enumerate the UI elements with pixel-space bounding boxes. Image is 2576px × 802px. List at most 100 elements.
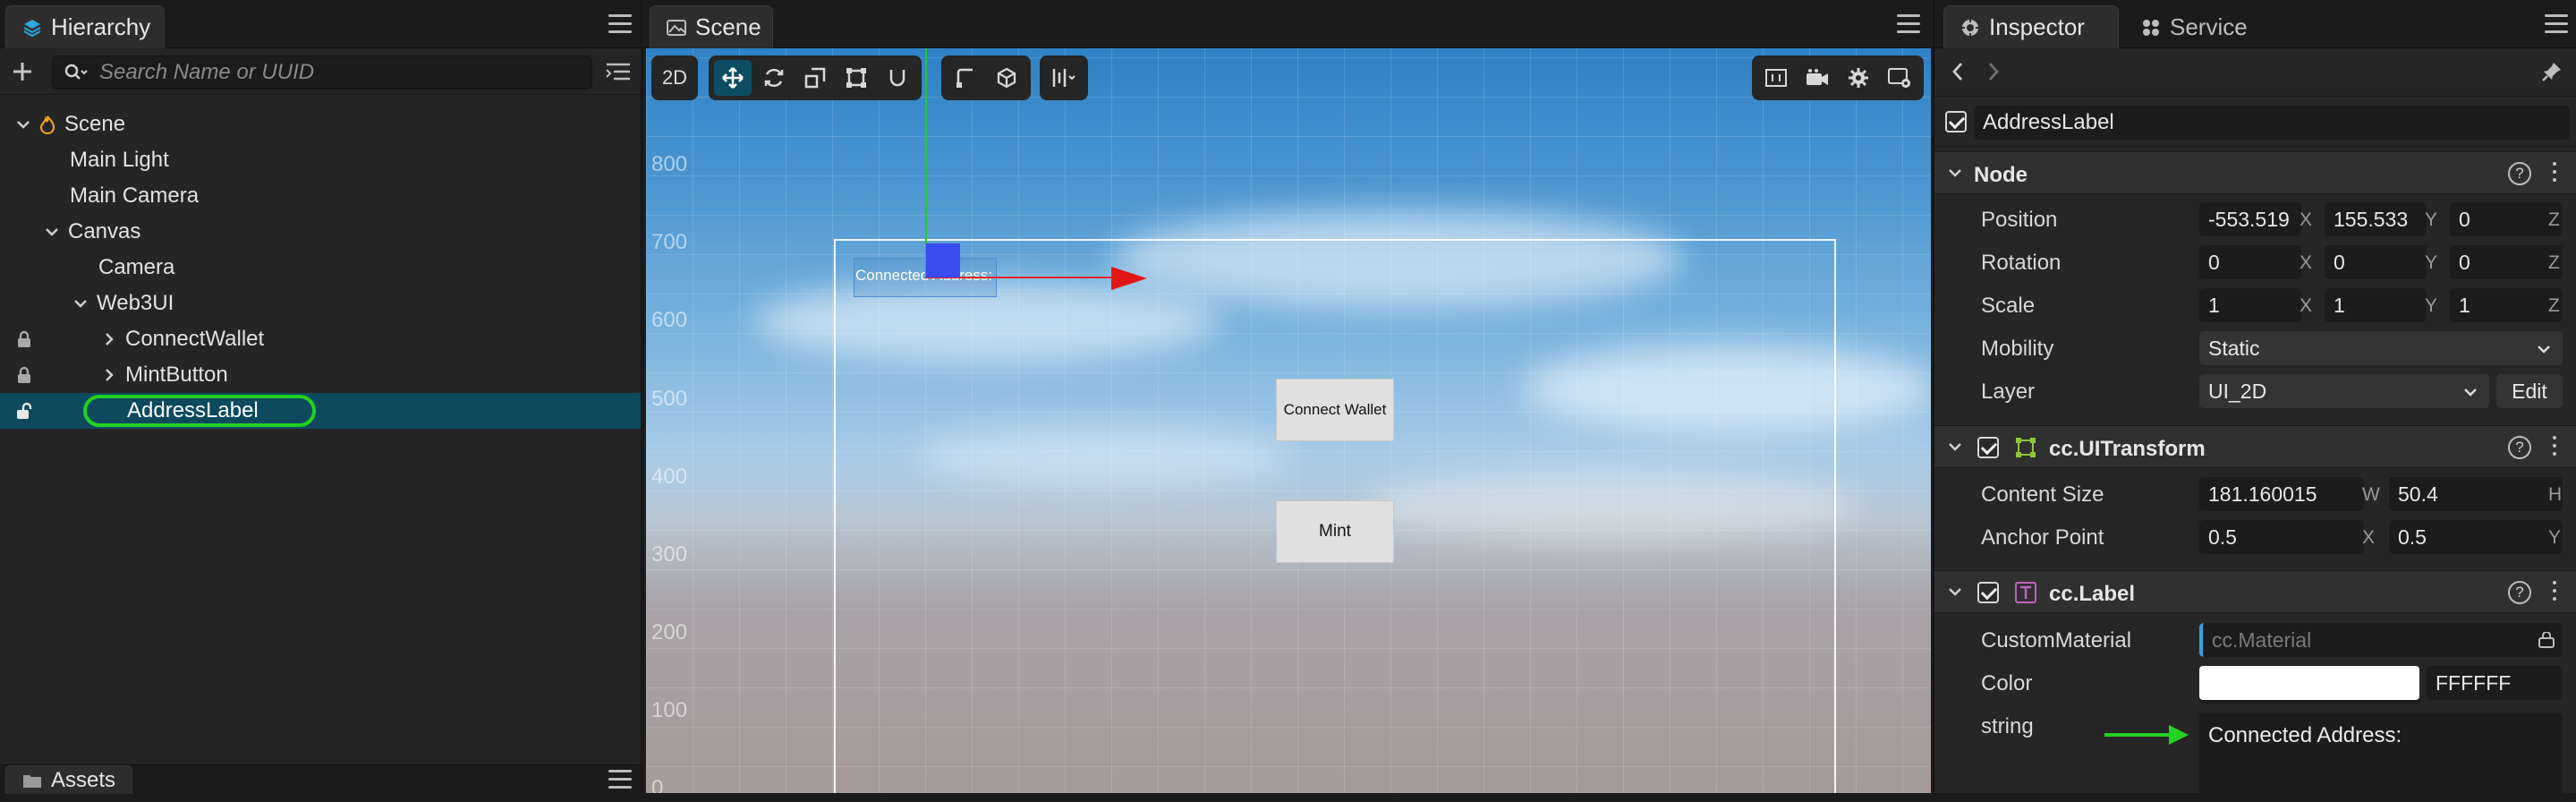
scene-viewport[interactable]: 800 700 600 500 400 300 200 100 0 Connec…: [646, 48, 1931, 793]
scene-mint-button[interactable]: Mint: [1276, 500, 1394, 563]
position-y-field[interactable]: 155.533: [2325, 202, 2427, 236]
tree-item-main-light[interactable]: Main Light: [0, 142, 641, 178]
chevron-down-icon[interactable]: [1947, 439, 1963, 455]
node-section-header[interactable]: Node ?: [1934, 151, 2576, 194]
gizmo-x-arrow-icon[interactable]: [1111, 267, 1147, 290]
tab-scene[interactable]: Scene: [650, 5, 773, 48]
asset-lock-icon[interactable]: [2538, 632, 2555, 648]
uitransform-enabled-checkbox[interactable]: [1977, 437, 1999, 458]
rotation-x-value: 0: [2208, 250, 2220, 274]
safe-area-icon[interactable]: [1757, 60, 1795, 96]
canvas-address-label[interactable]: Connected Address:: [855, 267, 992, 285]
align-icon[interactable]: [1045, 60, 1083, 96]
node-name-input[interactable]: AddressLabel: [1974, 106, 2570, 140]
tab-hierarchy[interactable]: Hierarchy: [5, 5, 165, 48]
forward-icon[interactable]: [1986, 61, 2001, 82]
position-x-field[interactable]: -553.519: [2199, 202, 2301, 236]
mode-2d-button[interactable]: 2D: [655, 60, 694, 96]
rotation-z-field[interactable]: 0: [2450, 245, 2563, 279]
rotation-y-field[interactable]: 0: [2325, 245, 2427, 279]
help-icon[interactable]: ?: [2508, 162, 2531, 185]
unlock-icon[interactable]: [16, 402, 34, 420]
help-icon[interactable]: ?: [2508, 581, 2531, 604]
chevron-down-icon[interactable]: [1947, 165, 1963, 181]
display-settings-icon[interactable]: [1881, 60, 1918, 96]
lock-icon[interactable]: [16, 366, 32, 384]
collapse-all-icon[interactable]: [605, 61, 632, 82]
snap-tool-icon[interactable]: [879, 60, 916, 96]
assets-menu-icon[interactable]: [608, 770, 632, 789]
rotate-tool-icon[interactable]: [755, 60, 793, 96]
tab-service[interactable]: Service: [2124, 5, 2285, 48]
tab-assets[interactable]: Assets: [5, 765, 132, 794]
grid-line: [646, 175, 1931, 176]
tree-item-camera[interactable]: Camera: [0, 250, 641, 286]
y-axis-label: 800: [651, 152, 688, 176]
add-node-icon[interactable]: [11, 60, 34, 83]
position-z-field[interactable]: 0: [2450, 202, 2563, 236]
lock-icon[interactable]: [16, 330, 32, 348]
content-size-w-field[interactable]: 181.160015: [2199, 477, 2364, 511]
layer-edit-button[interactable]: Edit: [2496, 374, 2563, 408]
scale-tool-icon[interactable]: [796, 60, 834, 96]
layer-row: Layer UI_2D Edit: [1934, 369, 2576, 412]
pivot-global-icon[interactable]: [988, 60, 1025, 96]
hierarchy-menu-icon[interactable]: [608, 14, 632, 34]
content-size-h-field[interactable]: 50.4: [2389, 477, 2563, 511]
scale-z-field[interactable]: 1: [2450, 288, 2563, 322]
gear-icon[interactable]: [1840, 60, 1877, 96]
more-icon[interactable]: [2553, 436, 2558, 460]
scene-connect-wallet-button[interactable]: Connect Wallet: [1276, 379, 1394, 441]
tree-item-canvas[interactable]: Canvas: [0, 214, 641, 250]
rotation-x-field[interactable]: 0: [2199, 245, 2301, 279]
string-textarea[interactable]: Connected Address:: [2199, 712, 2563, 802]
tab-inspector[interactable]: Inspector: [1943, 5, 2119, 48]
anchor-y-field[interactable]: 0.5: [2389, 520, 2563, 554]
tree-item-addresslabel[interactable]: AddressLabel: [0, 393, 641, 429]
scene-panel: Scene 800 700 600 500 400 300 200 100 0 …: [644, 0, 1931, 793]
pivot-local-icon[interactable]: [947, 60, 984, 96]
tree-item-scene[interactable]: Scene: [0, 107, 641, 142]
help-icon[interactable]: ?: [2508, 436, 2531, 459]
pivot-tools: [941, 55, 1031, 100]
chevron-right-icon[interactable]: [100, 366, 118, 384]
y-axis-label: 400: [651, 465, 688, 489]
pin-icon[interactable]: [2541, 61, 2563, 82]
rect-tool-icon[interactable]: [837, 60, 875, 96]
more-icon[interactable]: [2553, 581, 2558, 605]
back-icon[interactable]: [1951, 61, 1965, 82]
mobility-value: Static: [2208, 336, 2260, 360]
inspector-menu-icon[interactable]: [2545, 14, 2568, 34]
rotation-y-value: 0: [2334, 250, 2345, 274]
chevron-down-icon[interactable]: [72, 294, 89, 312]
search-input[interactable]: [99, 60, 565, 85]
color-hex-field[interactable]: FFFFFF: [2427, 666, 2563, 700]
custom-material-field[interactable]: cc.Material: [2199, 623, 2563, 657]
scene-menu-icon[interactable]: [1897, 14, 1920, 34]
chevron-right-icon[interactable]: [100, 330, 118, 348]
scale-y-field[interactable]: 1: [2325, 288, 2427, 322]
tree-item-connectwallet[interactable]: ConnectWallet: [0, 321, 641, 357]
mobility-select[interactable]: Static: [2199, 331, 2563, 365]
tree-item-mintbutton[interactable]: MintButton: [0, 357, 641, 393]
scale-y-value: 1: [2334, 293, 2345, 317]
camera-icon[interactable]: [1798, 60, 1836, 96]
label-enabled-checkbox[interactable]: [1977, 582, 1999, 603]
uitransform-section-header[interactable]: cc.UITransform ?: [1934, 425, 2576, 468]
scale-x-field[interactable]: 1: [2199, 288, 2301, 322]
more-icon[interactable]: [2553, 162, 2558, 186]
text-icon: [2015, 582, 2036, 603]
tree-item-main-camera[interactable]: Main Camera: [0, 178, 641, 214]
node-active-checkbox[interactable]: [1945, 111, 1967, 132]
layer-select[interactable]: UI_2D: [2199, 374, 2489, 408]
color-swatch[interactable]: [2199, 666, 2419, 700]
move-tool-icon[interactable]: [714, 60, 752, 96]
grid-line: [646, 48, 647, 793]
chevron-down-icon[interactable]: [43, 223, 61, 241]
gizmo-plane-handle[interactable]: [926, 243, 960, 277]
chevron-down-icon[interactable]: [14, 115, 32, 133]
tree-item-web3ui[interactable]: Web3UI: [0, 286, 641, 321]
chevron-down-icon[interactable]: [1947, 584, 1963, 600]
label-section-header[interactable]: cc.Label ?: [1934, 570, 2576, 613]
anchor-x-field[interactable]: 0.5: [2199, 520, 2364, 554]
